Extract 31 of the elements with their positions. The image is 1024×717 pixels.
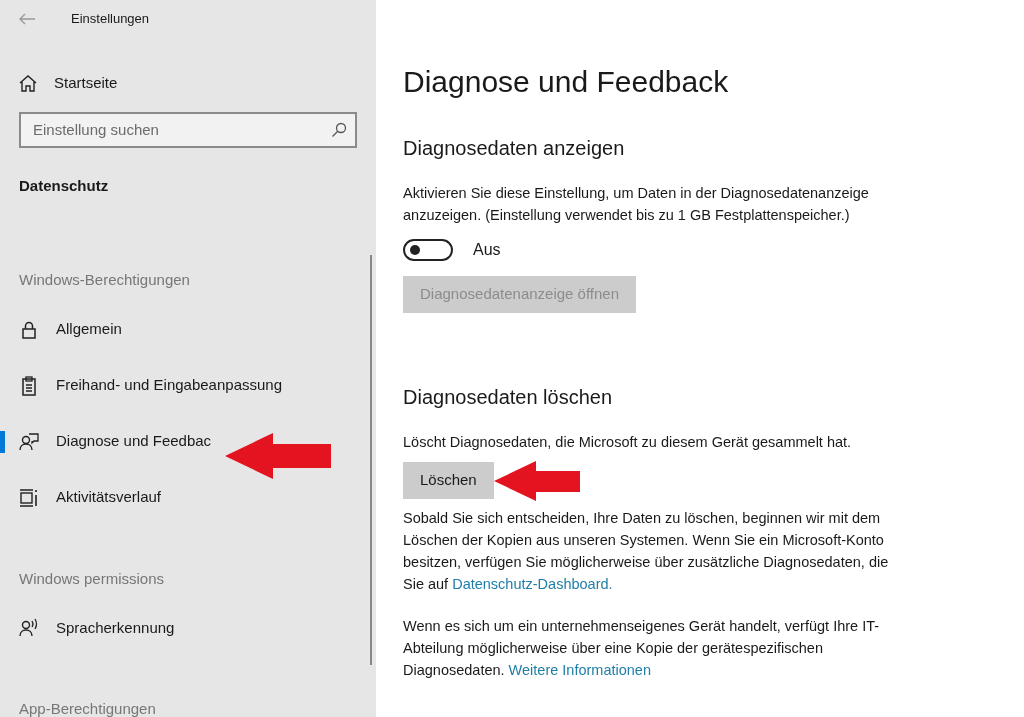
toggle-label: Aus <box>473 240 501 260</box>
group-heading: App-Berechtigungen <box>19 699 157 717</box>
group-heading: Windows permissions <box>19 568 166 589</box>
info-text: Sobald Sie sich entscheiden, Ihre Daten zu löschen, beginnen wir mit dem Löschen der Kopien aus unseren Systemen. Wenn Sie ein Microsoft-Konto besitzen, verfügen Sie möglicherweise über zusätzliche Diagnosedaten, die Sie auf Datenschutz-Dashboard. <box>403 508 890 594</box>
nav-item[interactable]: Spracherkennung <box>0 600 175 656</box>
info-link[interactable]: Weitere Informationen <box>508 661 651 678</box>
window-title: Einstellungen <box>71 10 150 29</box>
group-heading: Windows-Berechtigungen <box>19 270 191 290</box>
delete-button[interactable]: Löschen <box>403 462 494 499</box>
section-heading: Diagnosedaten anzeigen <box>403 136 626 160</box>
home-icon <box>19 74 37 93</box>
timeline-icon <box>19 487 39 508</box>
nav-item[interactable]: Aktivitätsverlauf <box>0 469 162 526</box>
person-feedback-icon <box>19 431 39 452</box>
category-heading: Datenschutz <box>19 175 110 196</box>
description-text: Aktivieren Sie diese Einstellung, um Daten in der Diagnosedatenanzeige anzuzeigen. (Einstellung verwendet bis zu 1 GB Festplattenspeicher.) <box>403 184 870 225</box>
nav-item[interactable]: Diagnose und Feedbac <box>0 413 212 470</box>
person-speech-icon <box>19 618 39 638</box>
section-heading: Diagnosedaten löschen <box>403 384 614 409</box>
nav-item[interactable]: Freihand- und Eingabeanpassung <box>0 357 282 414</box>
lock-icon <box>19 319 39 340</box>
toggle-switch[interactable] <box>403 239 453 261</box>
info-link[interactable]: Datenschutz-Dashboard. <box>452 575 613 592</box>
search-field[interactable]: Einstellung suchen <box>19 111 357 148</box>
home-link[interactable]: Startseite <box>19 72 118 95</box>
info-text: Wenn es sich um ein unternehmenseigenes Gerät handelt, verfügt Ihre IT-Abteilung möglicherweise über eine Kopie der gerätespezifischen Diagnosedaten. Weitere Informationen <box>403 616 881 680</box>
nav-item[interactable]: Allgemein <box>0 301 122 358</box>
page-title: Diagnose und Feedback <box>403 64 730 100</box>
search-icon <box>331 121 347 138</box>
clipboard-icon <box>19 375 39 396</box>
description-text: Löscht Diagnosedaten, die Microsoft zu diesem Gerät gesammelt hat. <box>403 432 853 452</box>
